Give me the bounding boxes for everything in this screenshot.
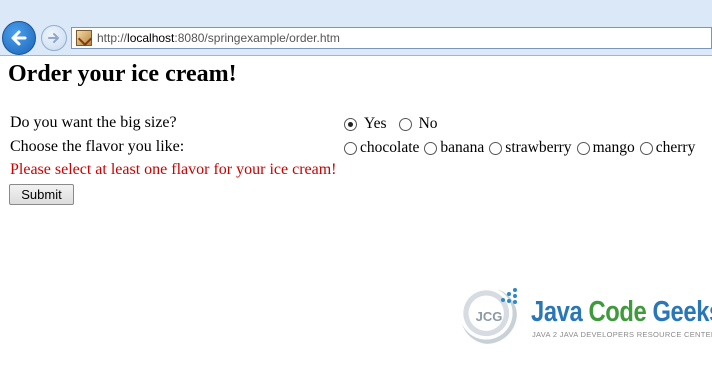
address-bar[interactable]: http://localhost:8080/springexample/orde… [71,27,712,49]
size-option-label: No [418,115,438,132]
size-option-label: Yes [364,115,387,132]
flavor-option-label: mango [592,139,635,156]
flavor-option-label: banana [440,139,485,156]
url-host: localhost [127,31,175,45]
page-title: Order your ice cream! [8,61,237,87]
flavor-option-chocolate[interactable]: chocolate [343,139,419,157]
radio-button-mango[interactable] [576,141,590,155]
size-radio-group: Yes No [343,115,449,133]
logo-word-geeks: Geeks [652,296,712,328]
radio-button-strawberry[interactable] [489,141,503,155]
flavor-option-banana[interactable]: banana [423,139,484,157]
radio-button-no[interactable] [398,117,412,131]
flavor-question-label: Choose the flavor you like: [10,138,185,155]
error-message: Please select at least one flavor for yo… [10,161,337,178]
logo-word-java: Java [531,296,583,328]
flavor-option-mango[interactable]: mango [576,139,635,157]
arrow-left-icon [11,30,27,46]
size-option-yes[interactable]: Yes [343,115,387,133]
size-question-label: Do you want the big size? [10,114,177,131]
logo-name: Java Code Geeks [531,296,712,329]
page-favicon-icon [76,30,92,46]
flavor-option-label: chocolate [360,139,420,156]
size-option-no[interactable]: No [398,115,438,133]
flavor-option-strawberry[interactable]: strawberry [488,139,572,157]
browser-toolbar: http://localhost:8080/springexample/orde… [0,0,712,56]
radio-button-yes[interactable] [344,117,357,131]
logo-word-code: Code [588,296,647,328]
url-prefix: http:// [97,31,128,45]
radio-button-cherry[interactable] [639,141,653,155]
java-code-geeks-logo: JCG Java Code Geeks JAVA 2 JAVA DEVELOPE… [461,286,712,350]
submit-button[interactable]: Submit [9,184,74,205]
back-button[interactable] [2,21,36,55]
flavor-option-label: cherry [655,139,696,156]
radio-button-chocolate[interactable] [344,141,357,155]
radio-button-banana[interactable] [424,141,438,155]
forward-button[interactable] [41,25,67,51]
flavor-option-cherry[interactable]: cherry [639,139,696,157]
flavor-radio-group: chocolate banana strawberry mango cherry [343,139,699,157]
logo-dots-icon [499,286,521,308]
url-path: :8080/springexample/order.htm [174,31,340,45]
arrow-right-icon [48,33,59,43]
flavor-option-label: strawberry [505,139,572,156]
logo-tagline: JAVA 2 JAVA DEVELOPERS RESOURCE CENTER [532,330,712,339]
